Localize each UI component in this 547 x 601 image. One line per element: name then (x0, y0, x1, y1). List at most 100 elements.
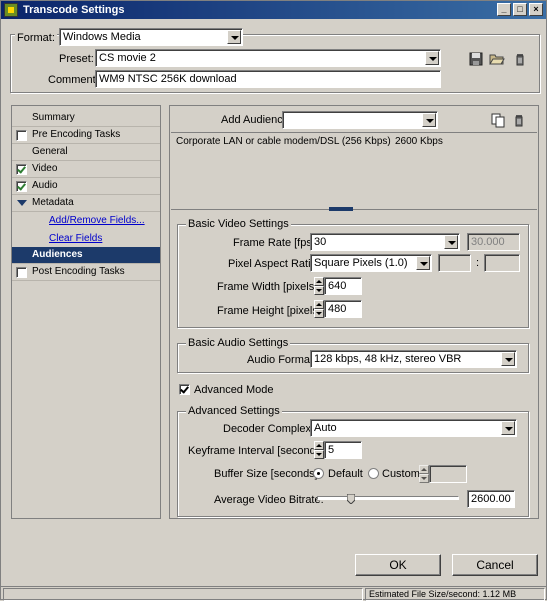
transcode-settings-window: Transcode Settings _ □ × Format: Windows… (0, 0, 547, 601)
decoder-complexity-value: Auto (314, 422, 337, 434)
chevron-up-icon[interactable] (314, 277, 324, 286)
keyframe-interval-label: Keyframe Interval [seconds]: (188, 445, 328, 457)
chevron-down-icon[interactable] (501, 352, 515, 366)
folder-open-icon[interactable] (489, 51, 505, 67)
status-bar: Estimated File Size/second: 1.12 MB (1, 586, 546, 601)
trash-icon[interactable] (511, 112, 527, 128)
comment-label: Comment: (48, 74, 99, 86)
frame-height-field[interactable]: 480 (324, 300, 362, 318)
par-separator: : (476, 257, 480, 269)
frame-rate-label: Frame Rate [fps]: (233, 237, 318, 249)
keyframe-interval-stepper[interactable] (314, 441, 324, 459)
bitrate-slider-track[interactable] (317, 496, 459, 500)
buffer-default-label: Default (328, 468, 363, 480)
sidebar-item-post-encoding-tasks[interactable]: Post Encoding Tasks (12, 264, 160, 281)
bitrate-slider-thumb[interactable] (347, 494, 356, 504)
pre-encoding-checkbox[interactable] (16, 130, 27, 141)
buffer-custom-field[interactable] (429, 465, 467, 483)
frame-rate-select[interactable]: 30 (310, 233, 460, 251)
chevron-down-icon[interactable] (501, 421, 515, 435)
keyframe-interval-field[interactable]: 5 (324, 441, 362, 459)
chevron-down-icon[interactable] (227, 30, 241, 44)
trash-icon[interactable] (512, 51, 528, 67)
buffer-custom-stepper[interactable] (419, 465, 429, 483)
estimated-file-size: Estimated File Size/second: 1.12 MB (365, 588, 545, 601)
audio-format-select[interactable]: 128 kbps, 48 kHz, stereo VBR (310, 350, 517, 368)
chevron-up-icon[interactable] (419, 465, 429, 474)
format-select[interactable]: Windows Media (59, 28, 243, 46)
disclosure-triangle-icon[interactable] (17, 200, 27, 206)
chevron-down-icon[interactable] (425, 51, 439, 65)
chevron-down-icon[interactable] (444, 235, 458, 249)
title-bar[interactable]: Transcode Settings _ □ × (1, 1, 546, 19)
buffer-size-label: Buffer Size [seconds]: (214, 468, 321, 480)
sidebar-item-audio[interactable]: Audio (12, 178, 160, 195)
audience-list[interactable]: Corporate LAN or cable modem/DSL (256 Kb… (171, 132, 537, 210)
format-value: Windows Media (63, 31, 141, 43)
custom-frame-rate-field[interactable]: 30.000 (467, 233, 520, 251)
pixel-aspect-ratio-value: Square Pixels (1.0) (314, 257, 408, 269)
ok-button[interactable]: OK (355, 554, 441, 576)
average-bitrate-field[interactable]: 2600.00 (467, 490, 515, 508)
par-height-field[interactable] (484, 254, 520, 272)
audio-checkbox[interactable] (16, 181, 27, 192)
pixel-aspect-ratio-select[interactable]: Square Pixels (1.0) (310, 254, 432, 272)
add-audience-select[interactable] (282, 111, 438, 129)
chevron-down-icon[interactable] (416, 256, 430, 270)
par-width-field[interactable] (438, 254, 471, 272)
pixel-aspect-ratio-label: Pixel Aspect Ratio: (228, 258, 320, 270)
status-cell-empty (3, 588, 363, 601)
format-label: Format: (15, 32, 57, 44)
video-settings-title: Basic Video Settings (186, 218, 291, 230)
chevron-down-icon[interactable] (422, 113, 436, 127)
audience-name: Corporate LAN or cable modem/DSL (256 Kb… (176, 136, 391, 147)
frame-width-label: Frame Width [pixels]: (217, 281, 321, 293)
decoder-complexity-select[interactable]: Auto (310, 419, 517, 437)
sidebar-item-audiences[interactable]: Audiences (12, 247, 160, 264)
advanced-mode-label: Advanced Mode (194, 384, 274, 396)
minimize-button[interactable]: _ (497, 3, 511, 16)
buffer-default-radio[interactable] (313, 468, 324, 479)
sidebar-item-label: Video (32, 163, 58, 174)
frame-width-stepper[interactable] (314, 277, 324, 295)
audience-row[interactable]: Corporate LAN or cable modem/DSL (256 Kb… (174, 135, 534, 149)
audio-format-label: Audio Format: (247, 354, 317, 366)
buffer-custom-radio[interactable] (368, 468, 379, 479)
sidebar-item-general[interactable]: General (12, 144, 160, 161)
sidebar-item-label: Metadata (32, 197, 74, 208)
sidebar-item-pre-encoding-tasks[interactable]: Pre Encoding Tasks (12, 127, 160, 144)
post-encoding-checkbox[interactable] (16, 267, 27, 278)
chevron-up-icon[interactable] (314, 441, 324, 450)
sidebar-item-video[interactable]: Video (12, 161, 160, 178)
comment-field[interactable]: WM9 NTSC 256K download (95, 70, 441, 88)
sidebar-item-label: General (32, 146, 68, 157)
advanced-settings-title: Advanced Settings (186, 405, 282, 417)
video-checkbox[interactable] (16, 164, 27, 175)
sidebar-item-label: Audio (32, 180, 58, 191)
frame-height-label: Frame Height [pixels]: (217, 305, 324, 317)
sidebar-item-label: Pre Encoding Tasks (32, 129, 121, 140)
add-remove-fields-link[interactable]: Add/Remove Fields... (12, 213, 160, 230)
sidebar-item-summary[interactable]: Summary (12, 110, 160, 127)
buffer-custom-label: Custom (382, 468, 420, 480)
frame-rate-value: 30 (314, 236, 327, 248)
clear-fields-link[interactable]: Clear Fields (12, 231, 160, 248)
frame-width-field[interactable]: 640 (324, 277, 362, 295)
copy-icon[interactable] (490, 112, 506, 128)
chevron-down-icon[interactable] (314, 309, 324, 318)
save-icon[interactable] (468, 51, 484, 67)
sidebar-item-metadata[interactable]: Metadata (12, 195, 160, 212)
preset-select[interactable]: CS movie 2 (95, 49, 441, 67)
chevron-up-icon[interactable] (314, 300, 324, 309)
chevron-down-icon[interactable] (314, 286, 324, 295)
split-handle[interactable] (329, 207, 353, 211)
cancel-button[interactable]: Cancel (452, 554, 538, 576)
window-title: Transcode Settings (23, 4, 125, 16)
chevron-down-icon[interactable] (419, 474, 429, 483)
advanced-mode-checkbox[interactable] (179, 384, 190, 395)
chevron-down-icon[interactable] (314, 450, 324, 459)
close-button[interactable]: × (529, 3, 543, 16)
frame-height-stepper[interactable] (314, 300, 324, 318)
maximize-button[interactable]: □ (513, 3, 527, 16)
sidebar-item-label: Summary (32, 112, 75, 123)
